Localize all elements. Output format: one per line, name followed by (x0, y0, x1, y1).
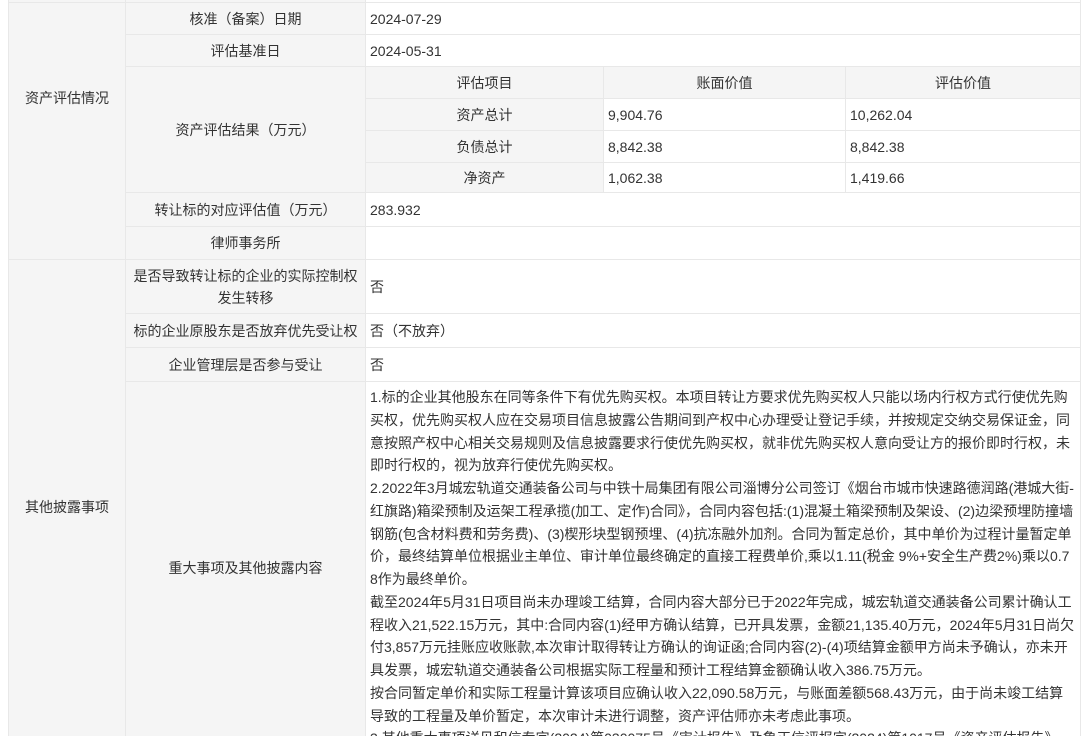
cell-mgmt-participate-value: 否 (366, 348, 1081, 382)
table-row: 标的企业原股东是否放弃优先受让权 否（不放弃） (9, 314, 1081, 348)
eval-row-label-total-liabilities: 负债总计 (366, 131, 604, 163)
row-label-major-items: 重大事项及其他披露内容 (126, 382, 366, 736)
row-label-base-date: 评估基准日 (126, 35, 366, 67)
row-label-transfer-eval: 转让标的对应评估值（万元） (126, 193, 366, 227)
section-label-text: 其他披露事项 (25, 499, 109, 515)
major-items-paragraph-1: 1.标的企业其他股东在同等条件下有优先购买权。本项目转让方要求优先购买权人只能以… (370, 386, 1076, 477)
section-label-asset-evaluation: 资产评估情况 (9, 3, 126, 260)
eval-header-eval-value: 评估价值 (846, 67, 1081, 99)
eval-cell-net-assets-eval: 1,419.66 (846, 163, 1081, 193)
row-label-law-firm: 律师事务所 (126, 227, 366, 260)
cell-base-date-value: 2024-05-31 (366, 35, 1081, 67)
row-label-waive-right: 标的企业原股东是否放弃优先受让权 (126, 314, 366, 348)
major-items-paragraph-3: 截至2024年5月31日项目尚未办理竣工结算，合同内容大部分已于2022年完成，… (370, 591, 1076, 682)
eval-header-book-value: 账面价值 (604, 67, 846, 99)
eval-cell-net-assets-book: 1,062.38 (604, 163, 846, 193)
cell-law-firm-value (366, 227, 1081, 260)
table-row: 重大事项及其他披露内容 1.标的企业其他股东在同等条件下有优先购买权。本项目转让… (9, 382, 1081, 736)
major-items-paragraph-4: 按合同暂定单价和实际工程量计算该项目应确认收入22,090.58万元，与账面差额… (370, 682, 1076, 728)
asset-evaluation-disclosure-page: 资产评估情况 核准（备案）日期 2024-07-29 评估基准日 2024-05… (0, 0, 1086, 736)
eval-cell-total-assets-eval: 10,262.04 (846, 99, 1081, 131)
table-row: 其他披露事项 是否导致转让标的企业的实际控制权发生转移 否 (9, 260, 1081, 314)
cell-approval-date-value: 2024-07-29 (366, 3, 1081, 35)
cell-control-change-value: 否 (366, 260, 1081, 314)
table-row: 评估基准日 2024-05-31 (9, 35, 1081, 67)
major-items-paragraph-2: 2.2022年3月城宏轨道交通装备公司与中铁十局集团有限公司淄博分公司签订《烟台… (370, 477, 1076, 591)
row-label-eval-result: 资产评估结果（万元） (126, 67, 366, 193)
cell-transfer-eval-value: 283.932 (366, 193, 1081, 227)
table-row: 律师事务所 (9, 227, 1081, 260)
eval-cell-total-liabilities-eval: 8,842.38 (846, 131, 1081, 163)
eval-row-label-net-assets: 净资产 (366, 163, 604, 193)
eval-cell-total-assets-book: 9,904.76 (604, 99, 846, 131)
table-row: 资产评估情况 核准（备案）日期 2024-07-29 (9, 3, 1081, 35)
cell-major-items-content: 1.标的企业其他股东在同等条件下有优先购买权。本项目转让方要求优先购买权人只能以… (366, 382, 1081, 736)
row-label-approval-date: 核准（备案）日期 (126, 3, 366, 35)
table-row: 转让标的对应评估值（万元） 283.932 (9, 193, 1081, 227)
eval-row-label-total-assets: 资产总计 (366, 99, 604, 131)
table-row: 企业管理层是否参与受让 否 (9, 348, 1081, 382)
section-label-other-disclosures: 其他披露事项 (9, 260, 126, 736)
table-row: 资产评估结果（万元） 评估项目 账面价值 评估价值 (9, 67, 1081, 99)
row-label-control-change: 是否导致转让标的企业的实际控制权发生转移 (126, 260, 366, 314)
disclosure-table: 资产评估情况 核准（备案）日期 2024-07-29 评估基准日 2024-05… (8, 0, 1081, 736)
eval-cell-total-liabilities-book: 8,842.38 (604, 131, 846, 163)
eval-header-item: 评估项目 (366, 67, 604, 99)
cell-waive-right-value: 否（不放弃） (366, 314, 1081, 348)
major-items-paragraph-5: 3.其他重大事项详见和信专字(2024)第030075号《审计报告》及鲁正信评报… (370, 727, 1076, 736)
row-label-mgmt-participate: 企业管理层是否参与受让 (126, 348, 366, 382)
section-label-text: 资产评估情况 (25, 88, 109, 108)
